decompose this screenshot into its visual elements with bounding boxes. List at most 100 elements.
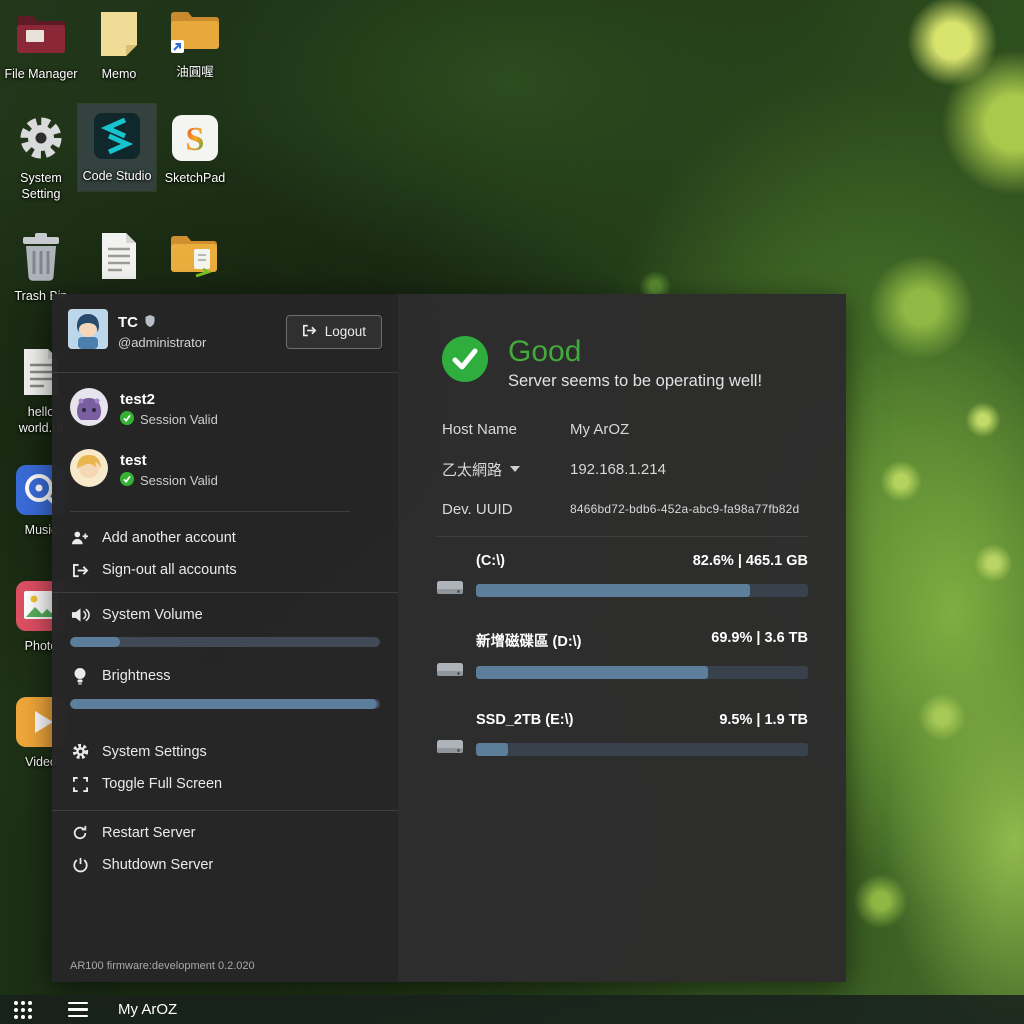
brightness-slider-fill — [70, 699, 377, 709]
session-status: Session Valid — [140, 412, 218, 427]
divider — [436, 536, 808, 537]
desktop-icon-label: Code Studio — [83, 169, 152, 185]
restart-icon — [70, 825, 90, 841]
account-row-test[interactable]: test Session Valid — [52, 440, 398, 501]
account-row-test2[interactable]: test2 Session Valid — [52, 379, 398, 440]
note-icon — [96, 6, 142, 62]
document-icon — [98, 228, 140, 284]
desktop-icon-oil-folder[interactable]: 油圓喔 — [156, 4, 234, 81]
logout-label: Logout — [325, 324, 366, 339]
desktop-icon-label: 油圓喔 — [176, 65, 214, 81]
desktop-icon-label: SketchPad — [165, 171, 225, 187]
status-title: Good — [508, 336, 762, 368]
network-selector[interactable]: 乙太網路 — [442, 459, 570, 480]
host-name-label: Host Name — [442, 421, 570, 438]
logout-button[interactable]: Logout — [286, 315, 382, 349]
volume-slider[interactable] — [70, 637, 380, 647]
restart-server-item[interactable]: Restart Server — [52, 817, 398, 849]
taskbar-title: My ArOZ — [118, 1001, 177, 1018]
disk-usage-fill — [476, 743, 508, 756]
status-check-icon — [442, 336, 488, 387]
firmware-version: AR100 firmware:development 0.2.020 — [52, 954, 398, 982]
brightness-row: Brightness — [52, 659, 398, 693]
disk-usage: 9.5% | 1.9 TB — [719, 712, 808, 728]
status-subtitle: Server seems to be operating well! — [508, 372, 762, 391]
desktop-icon-file-manager[interactable]: File Manager — [2, 6, 80, 83]
disk-usage-fill — [476, 584, 750, 597]
disk-name: 新增磁碟區 (D:\) — [476, 630, 582, 651]
host-name-value: My ArOZ — [570, 421, 808, 438]
disk-usage-bar — [476, 743, 808, 756]
hdd-icon — [436, 660, 464, 685]
account-avatar — [70, 388, 108, 431]
divider — [70, 511, 350, 512]
shield-icon — [144, 314, 156, 332]
person-plus-icon — [70, 530, 90, 546]
desktop-icon-label: File Manager — [5, 67, 78, 83]
disk-name: (C:\) — [476, 553, 505, 569]
check-badge-icon — [120, 411, 134, 428]
uuid-label: Dev. UUID — [442, 501, 570, 518]
restart-server-label: Restart Server — [102, 825, 195, 841]
hamburger-menu-icon[interactable] — [64, 998, 92, 1022]
disk-usage: 82.6% | 465.1 GB — [693, 553, 808, 569]
server-info-fields: Host Name My ArOZ 乙太網路 192.168.1.214 Dev… — [442, 421, 808, 518]
folder-maroon-icon — [14, 6, 68, 62]
brightness-slider[interactable] — [70, 699, 380, 709]
divider — [52, 372, 398, 373]
shutdown-server-label: Shutdown Server — [102, 857, 213, 873]
desktop-icon-label: System Setting — [4, 171, 78, 202]
signout-all-item[interactable]: Sign-out all accounts — [52, 554, 398, 586]
fullscreen-icon — [70, 777, 90, 792]
taskbar: My ArOZ — [0, 995, 1024, 1024]
desktop-icon-document[interactable] — [80, 228, 158, 289]
apps-grid-icon[interactable] — [10, 997, 36, 1023]
trash-icon — [18, 228, 64, 284]
desktop-icon-memo[interactable]: Memo — [80, 6, 158, 83]
disk-row-d: 新增磁碟區 (D:\) 69.9% | 3.6 TB — [436, 630, 808, 685]
signout-all-label: Sign-out all accounts — [102, 562, 237, 578]
desktop-icon-folder-sync[interactable] — [156, 228, 234, 289]
disk-usage-fill — [476, 666, 708, 679]
add-account-item[interactable]: Add another account — [52, 522, 398, 554]
disk-list: (C:\) 82.6% | 465.1 GB 新增磁碟區 (D:\) 69.9%… — [436, 553, 808, 762]
disk-usage: 69.9% | 3.6 TB — [711, 630, 808, 651]
divider — [52, 592, 398, 593]
bulb-icon — [70, 667, 90, 685]
system-volume-label: System Volume — [102, 607, 203, 623]
divider — [52, 810, 398, 811]
disk-name: SSD_2TB (E:\) — [476, 712, 574, 728]
system-settings-item[interactable]: System Settings — [52, 735, 398, 768]
folder-sync-icon — [168, 228, 222, 284]
account-name: test2 — [120, 391, 218, 408]
desktop-icon-code-studio[interactable]: Code Studio — [78, 104, 156, 191]
desktop-icon-system-setting[interactable]: System Setting — [2, 110, 80, 202]
user-header: TC @administrator Logout — [52, 294, 398, 366]
uuid-value: 8466bd72-bdb6-452a-abc9-fa98a77fb82d — [570, 502, 808, 516]
shutdown-server-item[interactable]: Shutdown Server — [52, 849, 398, 881]
add-account-label: Add another account — [102, 530, 236, 546]
disk-usage-bar — [476, 584, 808, 597]
toggle-fullscreen-item[interactable]: Toggle Full Screen — [52, 768, 398, 800]
desktop-icon-sketchpad[interactable]: S SketchPad — [156, 110, 234, 187]
code-studio-icon — [92, 108, 142, 164]
sign-out-icon — [302, 324, 317, 340]
system-volume-row: System Volume — [52, 599, 398, 631]
brightness-label: Brightness — [102, 668, 171, 684]
user-menu: TC @administrator Logout test2 — [52, 294, 398, 982]
user-status-panel: TC @administrator Logout test2 — [52, 294, 846, 982]
svg-text:S: S — [186, 121, 205, 158]
user-handle: @administrator — [118, 335, 276, 350]
server-status-panel: Good Server seems to be operating well! … — [398, 294, 846, 982]
sign-out-icon — [70, 563, 90, 578]
session-status: Session Valid — [140, 473, 218, 488]
disk-row-e: SSD_2TB (E:\) 9.5% | 1.9 TB — [436, 712, 808, 762]
user-avatar — [68, 309, 108, 354]
hdd-icon — [436, 578, 464, 603]
sketchpad-icon: S — [170, 110, 220, 166]
system-settings-label: System Settings — [102, 744, 207, 760]
speaker-icon — [70, 607, 90, 623]
folder-shortcut-icon — [167, 4, 223, 60]
desktop-icon-label: Memo — [102, 67, 137, 83]
volume-slider-fill — [70, 637, 120, 647]
